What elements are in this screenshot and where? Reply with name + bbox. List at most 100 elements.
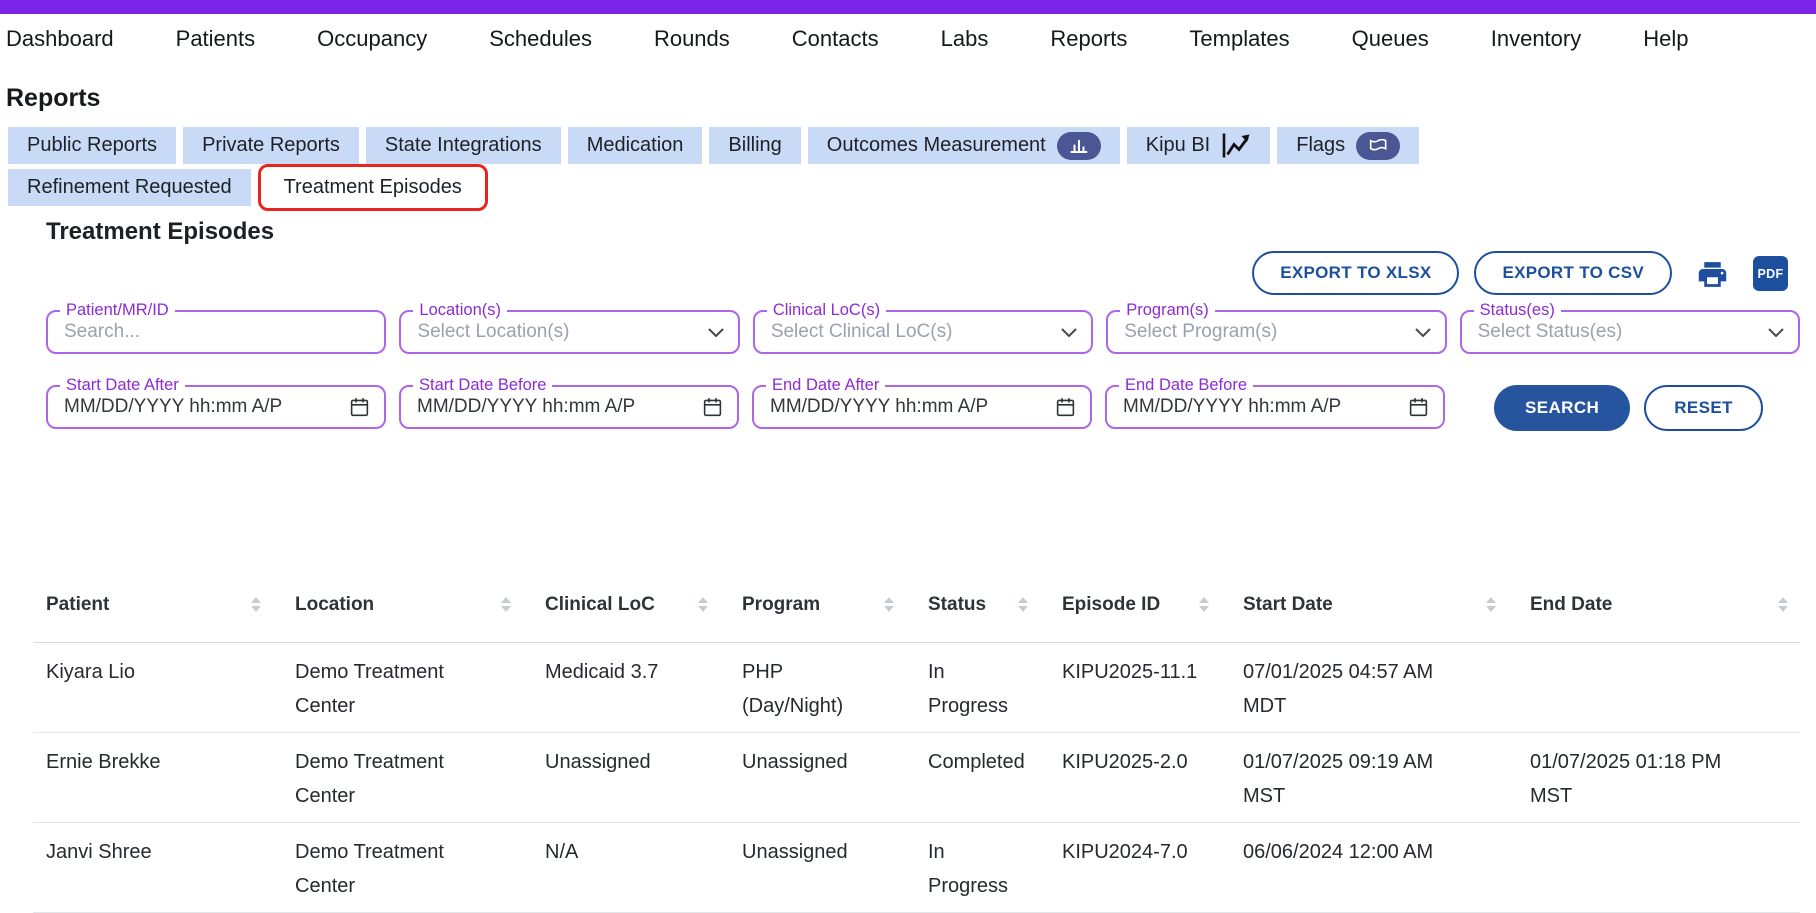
- export-xlsx-button[interactable]: EXPORT TO XLSX: [1252, 251, 1459, 295]
- cell-clinical-loc: N/A: [545, 823, 742, 912]
- cell-start-date: 07/01/2025 04:57 AM MDT: [1243, 643, 1530, 732]
- reset-button[interactable]: RESET: [1644, 385, 1763, 431]
- cell-end-date: [1530, 643, 1800, 732]
- tab-state-integrations[interactable]: State Integrations: [366, 127, 561, 164]
- cell-location: Demo Treatment Center: [295, 823, 545, 912]
- sort-icon[interactable]: [1199, 597, 1209, 612]
- print-icon[interactable]: [1695, 258, 1730, 291]
- cell-episode-id: KIPU2025-11.1: [1062, 643, 1243, 732]
- nav-inventory[interactable]: Inventory: [1491, 26, 1582, 52]
- cell-status: In Progress: [928, 643, 1062, 732]
- locations-select[interactable]: Location(s) Select Location(s): [399, 310, 739, 354]
- export-actions: EXPORT TO XLSX EXPORT TO CSV PDF: [1252, 216, 1788, 298]
- cell-clinical-loc: Unassigned: [545, 733, 742, 822]
- nav-patients[interactable]: Patients: [176, 26, 256, 52]
- search-button[interactable]: SEARCH: [1494, 385, 1630, 431]
- page-title: Reports: [6, 84, 1816, 113]
- chevron-down-icon: [1061, 328, 1077, 337]
- treatment-episodes-table: Patient Location Clinical LoC Program St…: [33, 567, 1800, 913]
- statuses-select[interactable]: Status(es) Select Status(es): [1460, 310, 1800, 354]
- cell-patient: Janvi Shree: [33, 823, 295, 912]
- column-header-start-date[interactable]: Start Date: [1243, 567, 1530, 642]
- cell-location: Demo Treatment Center: [295, 643, 545, 732]
- chevron-down-icon: [1415, 328, 1431, 337]
- column-header-episode-id[interactable]: Episode ID: [1062, 567, 1243, 642]
- column-header-end-date[interactable]: End Date: [1530, 567, 1800, 642]
- tab-flags[interactable]: Flags: [1277, 127, 1419, 164]
- calendar-icon[interactable]: [702, 396, 723, 418]
- flag-icon: [1356, 132, 1400, 160]
- column-header-status[interactable]: Status: [928, 567, 1062, 642]
- calendar-icon[interactable]: [1408, 396, 1429, 418]
- cell-start-date: 01/07/2025 09:19 AM MST: [1243, 733, 1530, 822]
- start-date-before-input[interactable]: Start Date Before MM/DD/YYYY hh:mm A/P: [399, 385, 739, 429]
- bar-chart-icon: [1057, 132, 1101, 160]
- tab-outcomes-measurement[interactable]: Outcomes Measurement: [808, 127, 1120, 164]
- nav-queues[interactable]: Queues: [1352, 26, 1429, 52]
- tab-refinement-requested[interactable]: Refinement Requested: [8, 169, 251, 206]
- report-tabs-row-2: Refinement Requested Treatment Episodes: [8, 169, 1816, 206]
- cell-status: In Progress: [928, 823, 1062, 912]
- section-header: Treatment Episodes EXPORT TO XLSX EXPORT…: [46, 216, 1788, 298]
- nav-reports[interactable]: Reports: [1050, 26, 1127, 52]
- table-row[interactable]: Kiyara Lio Demo Treatment Center Medicai…: [33, 643, 1800, 733]
- nav-rounds[interactable]: Rounds: [654, 26, 730, 52]
- main-nav: Dashboard Patients Occupancy Schedules R…: [0, 14, 1816, 64]
- cell-end-date: 01/07/2025 01:18 PM MST: [1530, 733, 1800, 822]
- tab-billing[interactable]: Billing: [709, 127, 800, 164]
- sort-icon[interactable]: [698, 597, 708, 612]
- programs-select[interactable]: Program(s) Select Program(s): [1106, 310, 1446, 354]
- cell-program: Unassigned: [742, 823, 928, 912]
- cell-episode-id: KIPU2024-7.0: [1062, 823, 1243, 912]
- sort-icon[interactable]: [884, 597, 894, 612]
- nav-occupancy[interactable]: Occupancy: [317, 26, 427, 52]
- tab-treatment-episodes[interactable]: Treatment Episodes: [265, 169, 481, 206]
- end-date-after-input[interactable]: End Date After MM/DD/YYYY hh:mm A/P: [752, 385, 1092, 429]
- patient-mr-id-input[interactable]: Patient/MR/ID Search...: [46, 310, 386, 354]
- clinical-loc-select[interactable]: Clinical LoC(s) Select Clinical LoC(s): [753, 310, 1093, 354]
- cell-clinical-loc: Medicaid 3.7: [545, 643, 742, 732]
- cell-end-date: [1530, 823, 1800, 912]
- nav-schedules[interactable]: Schedules: [489, 26, 592, 52]
- tab-medication[interactable]: Medication: [568, 127, 703, 164]
- filters-row-1: Patient/MR/ID Search... Location(s) Sele…: [46, 310, 1800, 354]
- start-date-after-input[interactable]: Start Date After MM/DD/YYYY hh:mm A/P: [46, 385, 386, 429]
- nav-contacts[interactable]: Contacts: [792, 26, 879, 52]
- nav-dashboard[interactable]: Dashboard: [6, 26, 114, 52]
- cell-episode-id: KIPU2025-2.0: [1062, 733, 1243, 822]
- sort-icon[interactable]: [1018, 597, 1028, 612]
- column-header-location[interactable]: Location: [295, 567, 545, 642]
- cell-patient: Kiyara Lio: [33, 643, 295, 732]
- tab-private-reports[interactable]: Private Reports: [183, 127, 359, 164]
- sort-icon[interactable]: [501, 597, 511, 612]
- sort-icon[interactable]: [1778, 597, 1788, 612]
- table-row[interactable]: Janvi Shree Demo Treatment Center N/A Un…: [33, 823, 1800, 913]
- cell-patient: Ernie Brekke: [33, 733, 295, 822]
- filters-panel: Patient/MR/ID Search... Location(s) Sele…: [46, 310, 1800, 431]
- nav-help[interactable]: Help: [1643, 26, 1688, 52]
- export-csv-button[interactable]: EXPORT TO CSV: [1474, 251, 1672, 295]
- cell-start-date: 06/06/2024 12:00 AM: [1243, 823, 1530, 912]
- filter-buttons: SEARCH RESET: [1458, 385, 1800, 431]
- sort-icon[interactable]: [251, 597, 261, 612]
- calendar-icon[interactable]: [349, 396, 370, 418]
- column-header-program[interactable]: Program: [742, 567, 928, 642]
- calendar-icon[interactable]: [1055, 396, 1076, 418]
- end-date-before-input[interactable]: End Date Before MM/DD/YYYY hh:mm A/P: [1105, 385, 1445, 429]
- table-header-row: Patient Location Clinical LoC Program St…: [33, 567, 1800, 643]
- column-header-clinical-loc[interactable]: Clinical LoC: [545, 567, 742, 642]
- table-row[interactable]: Ernie Brekke Demo Treatment Center Unass…: [33, 733, 1800, 823]
- nav-templates[interactable]: Templates: [1189, 26, 1289, 52]
- chevron-down-icon: [708, 328, 724, 337]
- cell-status: Completed: [928, 733, 1062, 822]
- sort-icon[interactable]: [1486, 597, 1496, 612]
- column-header-patient[interactable]: Patient: [33, 567, 295, 642]
- cell-program: PHP (Day/Night): [742, 643, 928, 732]
- tab-public-reports[interactable]: Public Reports: [8, 127, 176, 164]
- nav-labs[interactable]: Labs: [941, 26, 989, 52]
- section-title: Treatment Episodes: [46, 216, 274, 298]
- cell-location: Demo Treatment Center: [295, 733, 545, 822]
- pdf-export-icon[interactable]: PDF: [1753, 256, 1788, 291]
- trending-up-icon: [1221, 132, 1251, 159]
- tab-kipu-bi[interactable]: Kipu BI: [1127, 127, 1270, 164]
